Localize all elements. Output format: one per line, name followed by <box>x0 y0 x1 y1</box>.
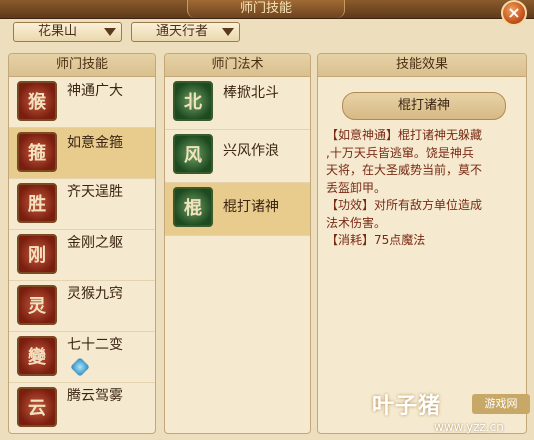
effect-line: 天将，在大圣威势当前，莫不 <box>326 163 483 177</box>
staff-sweep-icon: 北 <box>173 81 213 121</box>
armor-body-icon: 刚 <box>17 234 57 274</box>
skill-name: 神通广大 <box>67 83 123 99</box>
effect-line: 【如意神通】棍打诸神无躲藏 <box>326 128 483 142</box>
monkey-face-icon: 灵 <box>17 285 57 325</box>
golden-staff-icon: 箍 <box>17 132 57 172</box>
skill-name: 金刚之躯 <box>67 235 123 251</box>
monkey-king-icon: 猴 <box>17 81 57 121</box>
effect-line: 【功效】对所有敌方单位造成 <box>326 198 483 212</box>
effect-description: 【如意神通】棍打诸神无躲藏 ,十万天兵皆逃窜。饶是神兵 天将，在大圣威势当前，莫… <box>326 127 522 250</box>
spell-row-bangxian[interactable]: 北 棒掀北斗 <box>165 77 310 130</box>
skill-name: 齐天逞胜 <box>67 184 123 200</box>
skills-panel: 师门技能 猴 神通广大 箍 如意金箍 胜 齐天逞胜 刚 金刚之躯 灵 灵猴九窍 … <box>8 53 156 434</box>
sect-dropdown[interactable]: 花果山 <box>13 22 122 42</box>
watermark: 叶子猪 游戏网 www.yzz.cn <box>372 388 532 436</box>
sect-dropdown-value: 花果山 <box>38 24 78 39</box>
effect-line: 【消耗】75点魔法 <box>326 233 426 247</box>
close-button[interactable]: × <box>501 0 527 26</box>
watermark-logo: 叶子猪 <box>372 394 442 419</box>
watermark-site: 游戏网 <box>472 394 530 414</box>
effect-panel: 技能效果 棍打诸神 【如意神通】棍打诸神无躲藏 ,十万天兵皆逃窜。饶是神兵 天将… <box>317 53 527 434</box>
staff-strike-icon: 棍 <box>173 187 213 227</box>
role-dropdown[interactable]: 通天行者 <box>131 22 240 42</box>
effect-line: 丢盔卸甲。 <box>326 180 387 195</box>
skill-name: 如意金箍 <box>67 135 123 151</box>
chevron-down-icon <box>104 28 116 36</box>
chevron-down-icon <box>222 28 234 36</box>
spell-row-gunda[interactable]: 棍 棍打诸神 <box>165 183 310 236</box>
spells-panel: 师门法术 北 棒掀北斗 风 兴风作浪 棍 棍打诸神 <box>164 53 311 434</box>
skill-name: 灵猴九窍 <box>67 286 123 302</box>
sect-skills-window: 师门技能 × 花果山 通天行者 师门技能 猴 神通广大 箍 如意金箍 胜 齐天逞… <box>0 0 534 440</box>
skill-name: 腾云驾雾 <box>67 388 123 404</box>
watermark-url: www.yzz.cn <box>434 420 504 434</box>
effect-line: ,十万天兵皆逃窜。饶是神兵 <box>326 145 474 160</box>
skill-row-tengyun[interactable]: 云 腾云驾雾 <box>9 383 155 433</box>
transform-icon: 變 <box>17 336 57 376</box>
effect-spell-name: 棍打诸神 <box>342 92 506 120</box>
effect-panel-header: 技能效果 <box>318 54 526 77</box>
spell-name: 兴风作浪 <box>223 143 279 159</box>
role-dropdown-value: 通天行者 <box>156 24 209 39</box>
effect-line: 法术伤害。 <box>326 215 387 230</box>
spell-row-xingfeng[interactable]: 风 兴风作浪 <box>165 130 310 183</box>
cloud-icon: 云 <box>17 387 57 427</box>
cloud-weapon-icon: 胜 <box>17 183 57 223</box>
spell-name: 棒掀北斗 <box>223 85 279 101</box>
window-title: 师门技能 <box>187 0 345 18</box>
wind-wave-icon: 风 <box>173 134 213 174</box>
spell-name: 棍打诸神 <box>223 199 279 215</box>
title-bar: 师门技能 <box>0 0 534 19</box>
